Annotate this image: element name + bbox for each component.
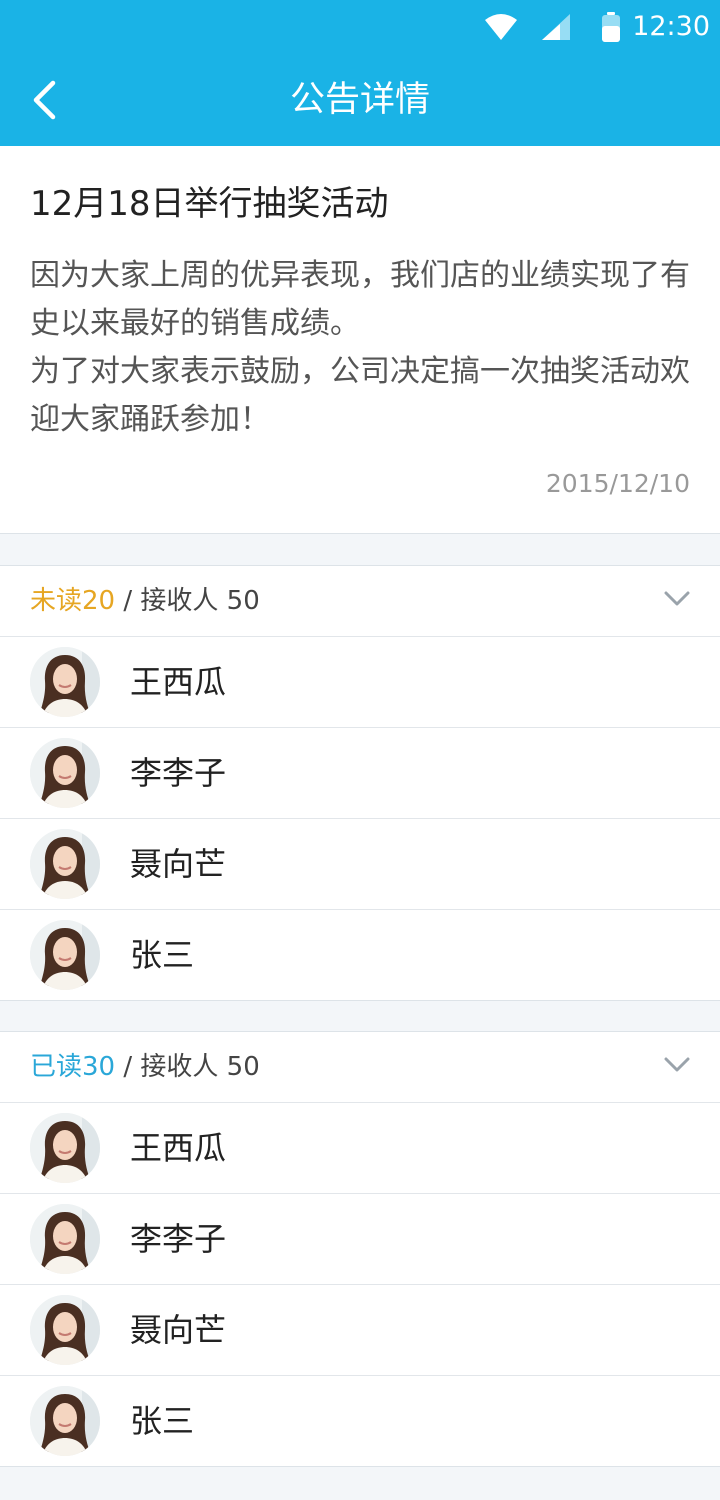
- list-item[interactable]: 李李子: [0, 728, 720, 819]
- notice-date: 2015/12/10: [545, 469, 690, 498]
- unread-recipients-section: 未读20 / 接收人 50 王西瓜 李李子 聂向芒 张三: [0, 565, 720, 1001]
- list-item[interactable]: 王西瓜: [0, 1103, 720, 1194]
- avatar: [30, 1295, 100, 1365]
- avatar-portrait-icon: [30, 1295, 100, 1365]
- read-status-label: 已读: [30, 1052, 83, 1082]
- avatar-portrait-icon: [30, 738, 100, 808]
- member-name: 王西瓜: [130, 663, 227, 701]
- chevron-down-icon[interactable]: [664, 590, 690, 608]
- member-name: 聂向芒: [130, 845, 227, 883]
- page-title: 公告详情: [289, 80, 430, 120]
- unread-count: 20: [82, 586, 116, 616]
- avatar: [30, 829, 100, 899]
- battery-icon: [602, 12, 620, 42]
- avatar: [30, 920, 100, 990]
- avatar: [30, 647, 100, 717]
- avatar-portrait-icon: [30, 920, 100, 990]
- list-item[interactable]: 张三: [0, 1376, 720, 1467]
- unread-recipients-total: / 接收人 50: [115, 586, 260, 616]
- avatar: [30, 1386, 100, 1456]
- notice-card: 12月18日举行抽奖活动 因为大家上周的优异表现，我们店的业绩实现了有史以来最好…: [0, 146, 720, 534]
- avatar-portrait-icon: [30, 647, 100, 717]
- read-recipients-total: / 接收人 50: [115, 1052, 260, 1082]
- list-item[interactable]: 聂向芒: [0, 1285, 720, 1376]
- avatar: [30, 1113, 100, 1183]
- signal-icon: [542, 14, 570, 40]
- member-name: 王西瓜: [130, 1129, 227, 1167]
- read-recipients-section: 已读30 / 接收人 50 王西瓜 李李子 聂向芒 张三: [0, 1031, 720, 1467]
- nav-bar: 公告详情: [0, 54, 720, 146]
- read-count: 30: [82, 1052, 116, 1082]
- wifi-icon: [485, 14, 517, 40]
- member-name: 聂向芒: [130, 1311, 227, 1349]
- avatar-portrait-icon: [30, 1204, 100, 1274]
- member-name: 张三: [130, 936, 195, 974]
- status-time: 12:30: [632, 11, 710, 42]
- member-name: 李李子: [130, 1220, 227, 1258]
- avatar-portrait-icon: [30, 1386, 100, 1456]
- notice-paragraph: 因为大家上周的优异表现，我们店的业绩实现了有史以来最好的销售成绩。: [30, 258, 690, 341]
- notice-paragraph: 为了对大家表示鼓励，公司决定搞一次抽奖活动欢迎大家踊跃参加！: [30, 354, 690, 437]
- notice-body: 因为大家上周的优异表现，我们店的业绩实现了有史以来最好的销售成绩。 为了对大家表…: [30, 252, 698, 444]
- list-item[interactable]: 张三: [0, 910, 720, 1001]
- read-summary: 已读30 / 接收人 50: [30, 1032, 260, 1103]
- status-bar: 12:30: [0, 0, 720, 54]
- avatar: [30, 738, 100, 808]
- list-item[interactable]: 聂向芒: [0, 819, 720, 910]
- app-header: 12:30 公告详情: [0, 0, 720, 146]
- unread-section-header[interactable]: 未读20 / 接收人 50: [0, 566, 720, 637]
- unread-summary: 未读20 / 接收人 50: [30, 566, 260, 637]
- member-name: 张三: [130, 1402, 195, 1440]
- unread-status-label: 未读: [30, 586, 83, 616]
- read-section-header[interactable]: 已读30 / 接收人 50: [0, 1032, 720, 1103]
- avatar: [30, 1204, 100, 1274]
- list-item[interactable]: 李李子: [0, 1194, 720, 1285]
- avatar-portrait-icon: [30, 1113, 100, 1183]
- avatar-portrait-icon: [30, 829, 100, 899]
- member-name: 李李子: [130, 754, 227, 792]
- chevron-down-icon[interactable]: [664, 1056, 690, 1074]
- notice-title: 12月18日举行抽奖活动: [30, 184, 389, 224]
- list-item[interactable]: 王西瓜: [0, 637, 720, 728]
